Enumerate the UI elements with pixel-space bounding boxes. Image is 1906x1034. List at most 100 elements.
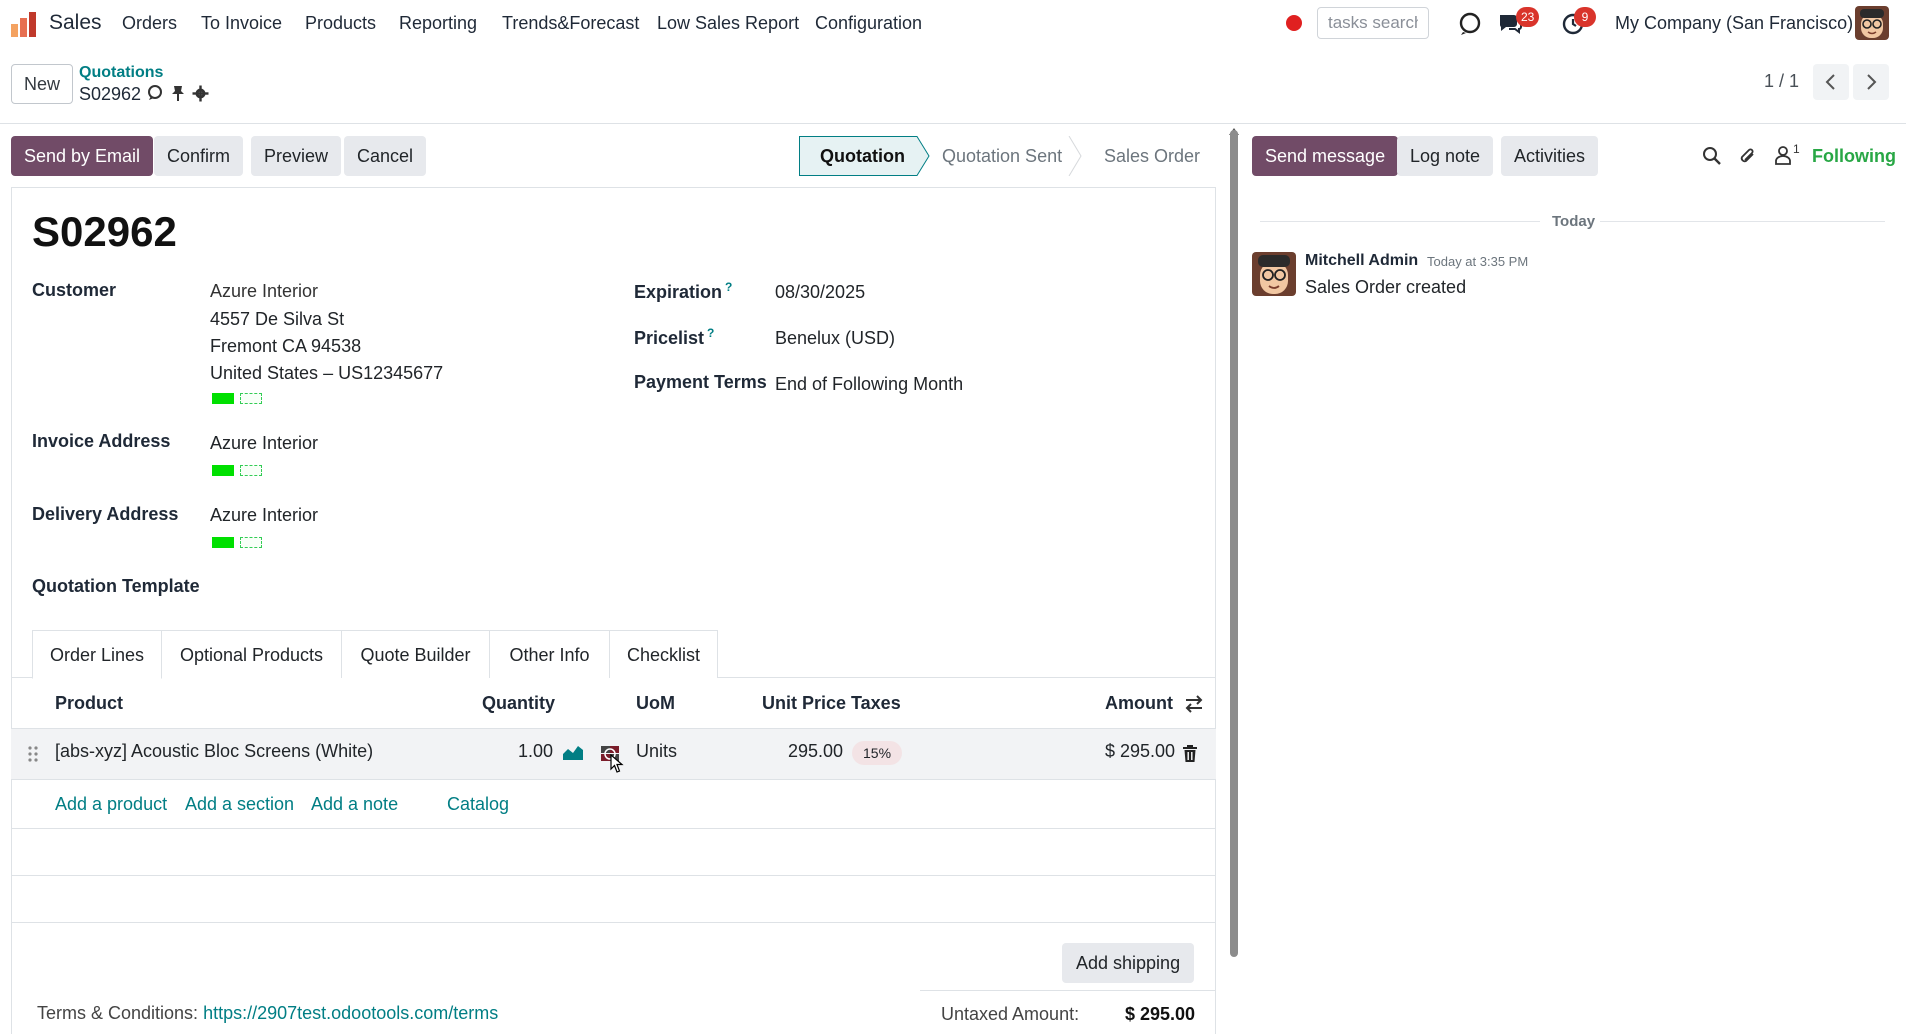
line-quantity[interactable]: 1.00: [518, 741, 553, 762]
chatter-toggle-icon[interactable]: [146, 84, 164, 102]
pin-icon[interactable]: [170, 84, 186, 102]
breadcrumb-current-record: S02962: [79, 84, 142, 104]
tab-optional-products[interactable]: Optional Products: [162, 630, 342, 678]
catalog-link[interactable]: Catalog: [447, 794, 509, 815]
menu-reporting[interactable]: Reporting: [399, 13, 477, 34]
trash-icon[interactable]: [1182, 745, 1198, 763]
top-navbar: Sales Orders To Invoice Products Reporti…: [0, 0, 1906, 48]
col-uom-header[interactable]: UoM: [636, 693, 675, 714]
control-panel: New Quotations S02962 1 / 1: [0, 48, 1906, 124]
line-product[interactable]: [abs-xyz] Acoustic Bloc Screens (White): [55, 741, 373, 762]
preview-button[interactable]: Preview: [251, 136, 342, 176]
col-product-header[interactable]: Product: [55, 693, 123, 714]
message-author-avatar[interactable]: [1252, 252, 1296, 296]
gear-icon[interactable]: [192, 85, 209, 102]
col-amount-header[interactable]: Amount: [1105, 693, 1173, 714]
col-quantity-header[interactable]: Quantity: [482, 693, 555, 714]
activities-badge: 9: [1574, 7, 1596, 27]
company-switcher[interactable]: My Company (San Francisco): [1615, 13, 1853, 34]
add-shipping-button[interactable]: Add shipping: [1062, 943, 1195, 983]
message-author[interactable]: Mitchell Admin: [1305, 252, 1418, 270]
invoice-address-field[interactable]: Azure Interior: [210, 433, 318, 454]
terms-link[interactable]: https://2907test.odootools.com/terms: [203, 1003, 498, 1023]
menu-orders[interactable]: Orders: [122, 13, 177, 34]
pricelist-field[interactable]: Benelux (USD): [775, 328, 895, 349]
customer-country-vat: United States – US12345677: [210, 363, 444, 383]
invoice-status-indicator: [212, 465, 234, 476]
send-message-button[interactable]: Send message: [1252, 136, 1399, 176]
search-icon[interactable]: [1702, 146, 1722, 166]
menu-configuration[interactable]: Configuration: [815, 13, 922, 34]
untaxed-amount-label: Untaxed Amount:: [941, 1004, 1080, 1024]
tab-quote-builder[interactable]: Quote Builder: [342, 630, 490, 678]
payment-terms-label: Payment Terms: [634, 372, 767, 392]
customer-name[interactable]: Azure Interior: [210, 281, 318, 302]
paperclip-icon[interactable]: [1738, 145, 1758, 167]
expiration-help-icon[interactable]: ?: [725, 280, 732, 294]
totals-divider: [920, 990, 1216, 991]
menu-trends-forecast[interactable]: Trends&Forecast: [502, 13, 639, 34]
line-tax-badge[interactable]: 15%: [852, 741, 903, 765]
app-name[interactable]: Sales: [49, 11, 102, 35]
line-unit-price[interactable]: 295.00: [788, 741, 843, 762]
confirm-button[interactable]: Confirm: [154, 136, 244, 176]
followers-count: 1: [1793, 142, 1800, 156]
cancel-button[interactable]: Cancel: [344, 136, 427, 176]
quotation-template-label: Quotation Template: [32, 576, 200, 596]
breadcrumb-quotations[interactable]: Quotations: [79, 64, 163, 82]
line-uom[interactable]: Units: [636, 741, 677, 762]
form-scrollbar[interactable]: [1230, 130, 1238, 957]
user-avatar[interactable]: [1855, 6, 1889, 40]
activities-button[interactable]: Activities: [1501, 136, 1599, 176]
tab-checklist[interactable]: Checklist: [610, 630, 718, 678]
terms-conditions: Terms & Conditions: https://2907test.odo…: [37, 1003, 498, 1024]
stage-sales-order[interactable]: Sales Order: [1104, 136, 1200, 176]
pager-previous-button[interactable]: [1813, 64, 1849, 100]
chevron-right-icon: [1867, 74, 1877, 90]
message-date: Today at 3:35 PM: [1427, 254, 1529, 269]
add-product-link[interactable]: Add a product: [55, 794, 167, 815]
stage-quotation-sent[interactable]: Quotation Sent: [942, 136, 1062, 176]
expiration-field[interactable]: 08/30/2025: [775, 282, 865, 303]
menu-low-sales-report[interactable]: Low Sales Report: [657, 13, 799, 34]
tab-order-lines[interactable]: Order Lines: [32, 630, 162, 679]
customer-city: Fremont CA 94538: [210, 336, 362, 356]
message-body: Sales Order created: [1305, 277, 1467, 297]
menu-to-invoice[interactable]: To Invoice: [201, 13, 282, 34]
pager-next-button[interactable]: [1853, 64, 1889, 100]
customer-label: Customer: [32, 280, 117, 300]
record-title: S02962: [32, 208, 177, 255]
row-divider-3: [11, 875, 1216, 876]
discuss-refresh-icon[interactable]: [1457, 10, 1483, 36]
chevron-left-icon: [1825, 74, 1835, 90]
new-button[interactable]: New: [11, 64, 73, 104]
col-taxes-header[interactable]: Taxes: [851, 693, 901, 714]
recording-indicator-icon[interactable]: [1286, 15, 1302, 31]
col-unit-price-header[interactable]: Unit Price: [762, 693, 846, 714]
add-note-link[interactable]: Add a note: [311, 794, 398, 815]
log-note-button[interactable]: Log note: [1397, 136, 1494, 176]
following-button[interactable]: Following: [1812, 146, 1896, 167]
pricelist-label: Pricelist?: [634, 326, 715, 348]
form-sheet: [11, 187, 1216, 1034]
followers-icon[interactable]: [1774, 145, 1792, 165]
add-section-link[interactable]: Add a section: [185, 794, 294, 815]
forecast-chart-icon[interactable]: [562, 743, 584, 761]
tab-other-info[interactable]: Other Info: [490, 630, 610, 678]
date-divider-right: [1600, 221, 1885, 222]
payment-terms-field[interactable]: End of Following Month: [775, 374, 963, 395]
tasks-search-input[interactable]: [1317, 7, 1429, 39]
sales-app-icon[interactable]: [10, 10, 38, 38]
untaxed-amount-value: $ 295.00: [1125, 1004, 1196, 1024]
pager-value[interactable]: 1 / 1: [1764, 71, 1799, 92]
customer-street: 4557 De Silva St: [210, 309, 345, 329]
menu-products[interactable]: Products: [305, 13, 376, 34]
invoice-address-label: Invoice Address: [32, 431, 171, 451]
drag-handle-icon[interactable]: [27, 745, 39, 763]
delivery-address-field[interactable]: Azure Interior: [210, 505, 318, 526]
pricelist-help-icon[interactable]: ?: [707, 326, 714, 340]
delivery-status-indicator: [212, 537, 234, 548]
stage-quotation[interactable]: Quotation: [820, 136, 905, 176]
optional-columns-icon[interactable]: [1184, 694, 1204, 714]
send-by-email-button[interactable]: Send by Email: [11, 136, 154, 176]
